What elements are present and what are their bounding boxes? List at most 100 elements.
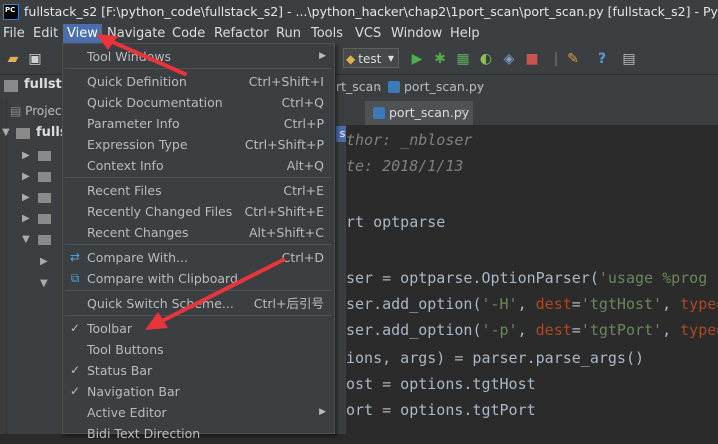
menu-run[interactable]: Run [276, 24, 301, 44]
menu-item-label: Quick Switch Scheme... [87, 296, 234, 311]
code-token: = [571, 321, 581, 339]
view-menu-item-tool-buttons[interactable]: Tool Buttons [63, 339, 334, 360]
settings-wrench-icon[interactable]: ✎ [565, 51, 581, 67]
code-token: , [517, 295, 536, 313]
menu-tools[interactable]: Tools [311, 24, 343, 44]
menu-view[interactable]: View [63, 24, 102, 44]
tree-collapsed-icon[interactable]: ▶ [22, 171, 30, 182]
folder-icon [38, 151, 51, 161]
folder-icon [38, 193, 51, 203]
menu-separator [65, 68, 332, 69]
code-token: 'tgtHost' [580, 295, 663, 313]
code-line: ser = optparse.OptionParser('usage %prog… [346, 265, 718, 291]
coverage-icon[interactable]: ▦ [455, 51, 471, 67]
tree-expanded-icon[interactable]: ▼ [40, 278, 48, 289]
menu-item-shortcut: Ctrl+E [283, 183, 324, 198]
code-token: ort = options.tgtPort [346, 401, 536, 419]
view-menu-item-quick-switch-scheme[interactable]: Quick Switch Scheme... Ctrl+后引号 [63, 293, 334, 314]
menu-item-label: Toolbar [87, 321, 133, 336]
compare-icon: ⇄ [69, 250, 81, 264]
menu-item-label: Recent Files [87, 183, 162, 198]
view-menu-item-recent-files[interactable]: Recent Files Ctrl+E [63, 180, 334, 201]
breadcrumb-folder[interactable]: rt_scan [336, 79, 381, 95]
view-menu-item-recent-changes[interactable]: Recent Changes Alt+Shift+C [63, 222, 334, 243]
tree-collapsed-icon[interactable]: ▶ [22, 192, 30, 203]
project-tab[interactable]: ▤ Project [10, 104, 66, 118]
code-line: ser.add_option('-H', dest='tgtHost', typ… [346, 291, 718, 317]
tree-collapsed-icon[interactable]: ▶ [22, 150, 30, 161]
code-token: ( [589, 269, 599, 287]
view-menu-dropdown: Tool Windows ▶ Quick Definition Ctrl+Shift+… [62, 43, 335, 441]
menu-item-label: Quick Definition [87, 74, 187, 89]
menu-separator [65, 177, 332, 178]
menu-file[interactable]: File [3, 24, 25, 44]
help-icon[interactable]: ? [594, 51, 610, 67]
tree-collapsed-icon[interactable]: ▶ [40, 256, 48, 267]
close-icon[interactable]: × [459, 101, 467, 125]
stop-icon[interactable]: ■ [524, 51, 540, 67]
folder-icon [38, 172, 51, 182]
code-token: ions, args) = parser. [346, 349, 536, 367]
code-token: type [680, 321, 717, 339]
view-menu-item-context-info[interactable]: Context Info Alt+Q [63, 155, 334, 176]
menu-item-label: Quick Documentation [87, 95, 223, 110]
tree-collapsed-icon[interactable]: ▶ [22, 213, 30, 224]
menu-item-label: Parameter Info [87, 116, 180, 131]
view-menu-item-active-editor[interactable]: Active Editor ▶ [63, 402, 334, 423]
code-token: te: 2018/1/13 [346, 157, 464, 175]
menu-window[interactable]: Window [391, 24, 442, 44]
code-token: = [571, 295, 581, 313]
menu-refactor[interactable]: Refactor [214, 24, 269, 44]
code-editor[interactable]: thor: _nbloser te: 2018/1/13 rt optparse se… [346, 125, 718, 434]
tree-expanded-icon[interactable]: ▼ [2, 127, 10, 138]
check-icon: ✓ [69, 363, 81, 377]
view-menu-item-navigation-bar[interactable]: ✓ Navigation Bar [63, 381, 334, 402]
code-token: type [680, 295, 717, 313]
menu-code[interactable]: Code [172, 24, 205, 44]
concurrency-icon[interactable]: ◈ [501, 51, 517, 67]
code-token: dest [535, 321, 572, 339]
pycharm-app-icon: PC [3, 4, 19, 20]
tree-expanded-icon[interactable]: ▼ [22, 234, 30, 245]
code-line: ort = options.tgtPort [346, 397, 536, 423]
menu-bar: File Edit View Navigate Code Refactor Ru… [0, 24, 718, 44]
code-token: 'usage %prog -H [598, 269, 718, 287]
view-menu-item-parameter-info[interactable]: Parameter Info Ctrl+P [63, 113, 334, 134]
profile-icon[interactable]: ◐ [478, 51, 494, 67]
view-menu-item-compare-with[interactable]: ⇄ Compare With... Ctrl+D [63, 247, 334, 268]
menu-help[interactable]: Help [450, 24, 480, 44]
menu-item-label: Active Editor [87, 405, 167, 420]
menu-navigate[interactable]: Navigate [107, 24, 165, 44]
run-icon[interactable]: ▶ [409, 51, 425, 67]
menu-separator [65, 244, 332, 245]
view-menu-item-quick-documentation[interactable]: Quick Documentation Ctrl+Q [63, 92, 334, 113]
toolbar-separator: | [553, 51, 559, 67]
view-menu-item-toolbar[interactable]: ✓ Toolbar [63, 318, 334, 339]
run-config-select[interactable]: ◆ test ▼ [343, 48, 399, 68]
view-menu-item-compare-with-clipboard[interactable]: ⧉ Compare with Clipboard [63, 268, 334, 289]
menu-item-label: Status Bar [87, 363, 153, 378]
chevron-down-icon: ▼ [387, 54, 394, 63]
menu-item-label: Recently Changed Files [87, 204, 233, 219]
python-file-icon [373, 107, 385, 119]
view-menu-item-expression-type[interactable]: Expression Type Ctrl+Shift+P [63, 134, 334, 155]
view-menu-item-quick-definition[interactable]: Quick Definition Ctrl+Shift+I [63, 71, 334, 92]
code-token: ser = optparse. [346, 269, 482, 287]
debug-icon[interactable]: ✱ [432, 51, 448, 67]
structure-icon[interactable]: ▤ [621, 51, 637, 67]
python-icon: ◆ [346, 52, 356, 66]
menu-item-label: Navigation Bar [87, 384, 180, 399]
code-token: , [517, 321, 536, 339]
code-token: '-H' [481, 295, 518, 313]
menu-vcs[interactable]: VCS [355, 24, 381, 44]
save-icon[interactable]: ▣ [27, 51, 43, 67]
view-menu-item-recently-changed-files[interactable]: Recently Changed Files Ctrl+Shift+E [63, 201, 334, 222]
folder-icon [16, 128, 30, 139]
breadcrumb-file[interactable]: port_scan.py [404, 79, 484, 95]
open-folder-icon[interactable]: ▰ [5, 51, 21, 67]
menu-edit[interactable]: Edit [33, 24, 58, 44]
view-menu-item-status-bar[interactable]: ✓ Status Bar [63, 360, 334, 381]
tab-port-scan[interactable]: port_scan.py × [365, 101, 473, 125]
view-menu-item-tool-windows[interactable]: Tool Windows ▶ [63, 46, 334, 67]
menu-item-label: Context Info [87, 158, 164, 173]
